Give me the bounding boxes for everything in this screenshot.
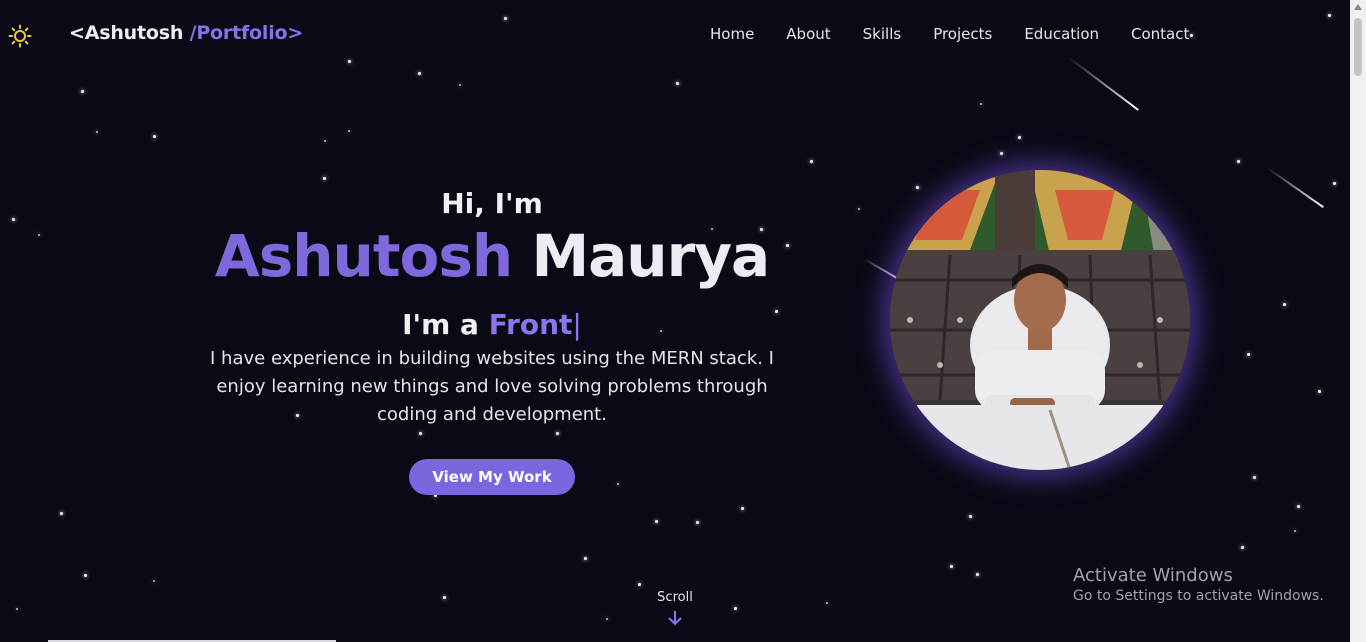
star	[84, 574, 87, 577]
star	[858, 208, 860, 210]
star	[418, 72, 421, 75]
star	[734, 607, 737, 610]
typing-role: Front	[488, 308, 573, 341]
typing-caret: |	[572, 308, 582, 341]
typing-headline: I'm a Front|	[160, 308, 824, 341]
star	[976, 573, 979, 576]
star	[1318, 390, 1321, 393]
star	[980, 103, 982, 105]
star	[1283, 303, 1286, 306]
star	[459, 84, 461, 86]
nav-about[interactable]: About	[786, 25, 830, 43]
star	[826, 602, 828, 604]
view-my-work-button[interactable]: View My Work	[409, 459, 575, 495]
star	[12, 218, 15, 221]
scroll-up-icon[interactable]	[1354, 4, 1362, 10]
star	[1294, 530, 1296, 532]
logo-accent: /Portfolio>	[183, 22, 304, 44]
star	[1241, 546, 1244, 549]
star	[1297, 505, 1300, 508]
star	[950, 565, 953, 568]
watermark-title: Activate Windows	[1073, 565, 1233, 586]
star	[1253, 476, 1256, 479]
star	[81, 90, 84, 93]
nav-home[interactable]: Home	[710, 25, 754, 43]
star	[676, 82, 679, 85]
star	[1333, 182, 1336, 185]
star	[606, 618, 608, 620]
star	[348, 130, 350, 132]
hero-greeting: Hi, I'm	[441, 187, 543, 220]
site-logo[interactable]: <Ashutosh /Portfolio>	[69, 22, 303, 44]
star	[969, 515, 972, 518]
star	[153, 580, 155, 582]
nav-projects[interactable]: Projects	[933, 25, 992, 43]
main-nav: Home About Skills Projects Education Con…	[710, 25, 1189, 43]
star	[1237, 160, 1240, 163]
watermark-subtitle: Go to Settings to activate Windows.	[1073, 588, 1324, 604]
site-header: <Ashutosh /Portfolio> Home About Skills …	[0, 0, 1350, 70]
hero-description: I have experience in building websites u…	[210, 348, 774, 425]
star	[584, 557, 587, 560]
sun-icon[interactable]	[8, 24, 32, 48]
star	[655, 520, 658, 523]
star	[323, 177, 326, 180]
windows-activation-watermark: Activate Windows Go to Settings to activ…	[1073, 565, 1324, 604]
hero-name: Ashutosh Maurya	[160, 224, 824, 288]
star	[638, 583, 641, 586]
arrow-down-icon	[668, 611, 682, 626]
shooting-star	[1265, 166, 1324, 208]
scrollbar-thumb[interactable]	[1354, 18, 1362, 76]
star	[1018, 136, 1021, 139]
profile-photo	[890, 170, 1190, 470]
star	[443, 596, 446, 599]
star	[1000, 152, 1003, 155]
star	[810, 160, 813, 163]
hero-last-name: Maurya	[531, 222, 770, 290]
scroll-indicator[interactable]: Scroll	[645, 590, 705, 627]
nav-contact[interactable]: Contact	[1131, 25, 1189, 43]
star	[696, 521, 699, 524]
star	[1247, 353, 1250, 356]
star	[16, 608, 18, 610]
page-scrollbar[interactable]	[1350, 0, 1366, 642]
typing-prefix: I'm a	[402, 308, 489, 341]
star	[96, 131, 98, 133]
star	[324, 140, 326, 142]
nav-skills[interactable]: Skills	[863, 25, 902, 43]
hero-section: Hi, I'm Ashutosh Maurya I'm a Front| I h…	[160, 185, 824, 495]
star	[38, 234, 40, 236]
star	[741, 507, 744, 510]
scroll-label: Scroll	[657, 590, 693, 605]
logo-name: <Ashutosh	[69, 22, 184, 44]
star	[153, 135, 156, 138]
hero-first-name: Ashutosh	[214, 222, 513, 290]
star	[60, 512, 63, 515]
star	[916, 186, 919, 189]
nav-education[interactable]: Education	[1024, 25, 1099, 43]
